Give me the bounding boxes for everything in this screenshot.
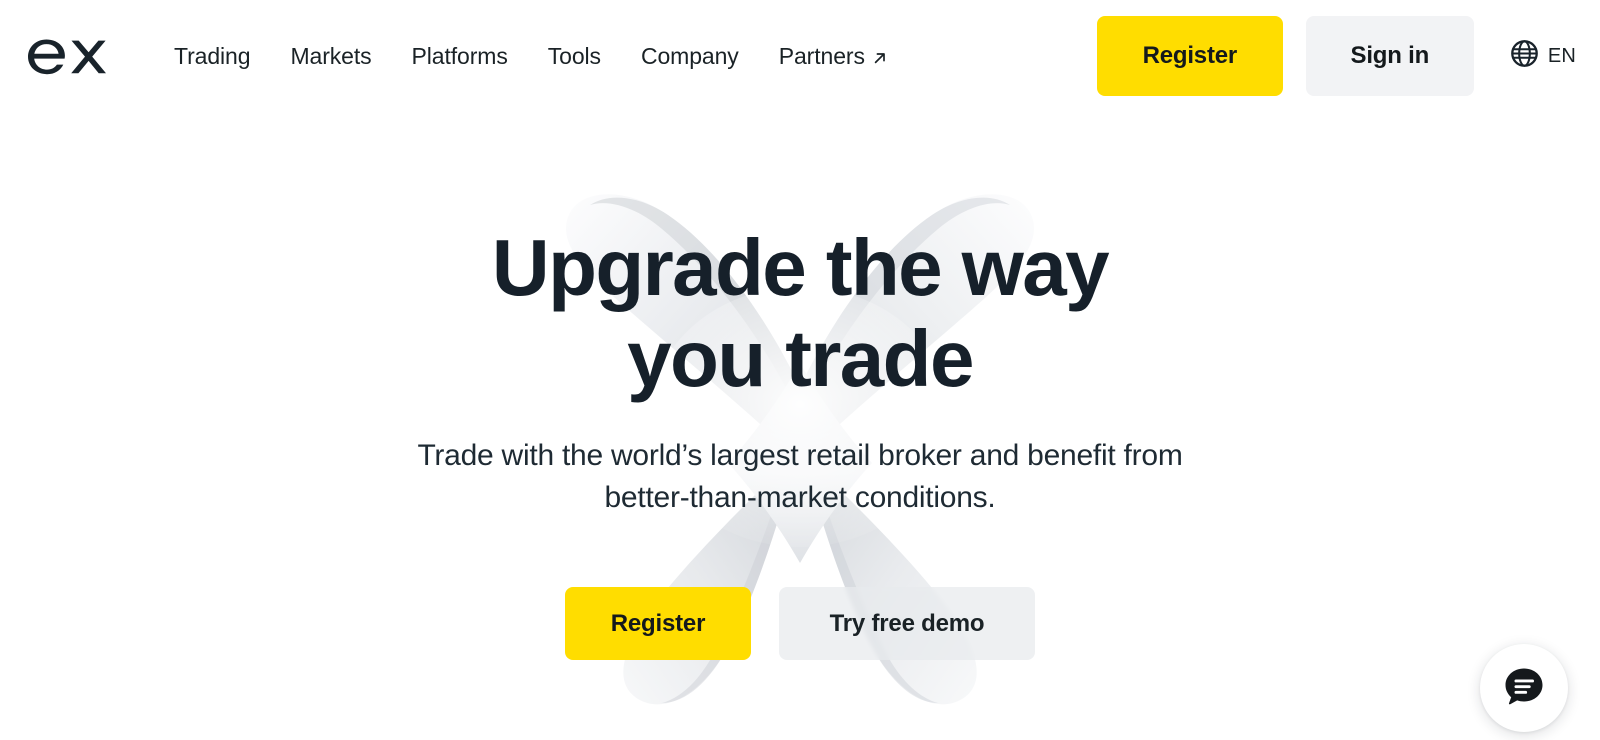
exness-logo-icon: [28, 39, 106, 75]
nav-item-label: Markets: [290, 42, 372, 69]
nav-item-label: Tools: [547, 42, 601, 69]
nav-item-label: Company: [640, 42, 739, 69]
language-code-label: EN: [1547, 44, 1576, 67]
nav-item-label: Partners: [778, 42, 865, 69]
external-link-arrow-icon: [872, 47, 888, 64]
site-header: Trading Markets Platforms Tools Company …: [0, 0, 1600, 112]
nav-item-company[interactable]: Company: [641, 37, 739, 76]
hero-title: Upgrade the way you trade: [350, 222, 1250, 404]
logo-letter-x: [71, 40, 106, 74]
logo-letter-e: [28, 39, 65, 75]
try-free-demo-button[interactable]: Try free demo: [779, 587, 1035, 660]
hero-subtitle: Trade with the world’s largest retail br…: [417, 439, 1183, 514]
nav-item-markets[interactable]: Markets: [290, 37, 371, 76]
register-button-header[interactable]: Register: [1096, 16, 1283, 96]
register-button-hero[interactable]: Register: [565, 587, 751, 660]
hero-title-line-2: you trade: [627, 314, 974, 403]
nav-item-partners[interactable]: Partners: [779, 37, 888, 76]
nav-item-label: Platforms: [411, 42, 508, 69]
hero-cta-group: Register Try free demo: [565, 587, 1035, 660]
nav-item-tools[interactable]: Tools: [548, 37, 601, 76]
hero-title-line-1: Upgrade the way: [491, 223, 1110, 312]
globe-icon: [1510, 39, 1539, 73]
language-switcher[interactable]: EN: [1510, 39, 1576, 73]
exness-logo[interactable]: [24, 29, 106, 81]
primary-navigation: Trading Markets Platforms Tools Company …: [174, 0, 888, 112]
nav-item-trading[interactable]: Trading: [174, 37, 251, 76]
hero-content: Upgrade the way you trade Trade with the…: [0, 112, 1600, 740]
landing-page: Trading Markets Platforms Tools Company …: [0, 0, 1600, 740]
nav-item-label: Trading: [174, 42, 251, 69]
nav-item-platforms[interactable]: Platforms: [412, 37, 508, 76]
header-actions: Register Sign in EN: [1096, 0, 1576, 112]
chat-widget-button[interactable]: [1480, 644, 1568, 732]
signin-button-header[interactable]: Sign in: [1305, 16, 1474, 96]
chat-bubble-icon: [1501, 663, 1547, 714]
hero-section: Upgrade the way you trade Trade with the…: [0, 112, 1600, 740]
